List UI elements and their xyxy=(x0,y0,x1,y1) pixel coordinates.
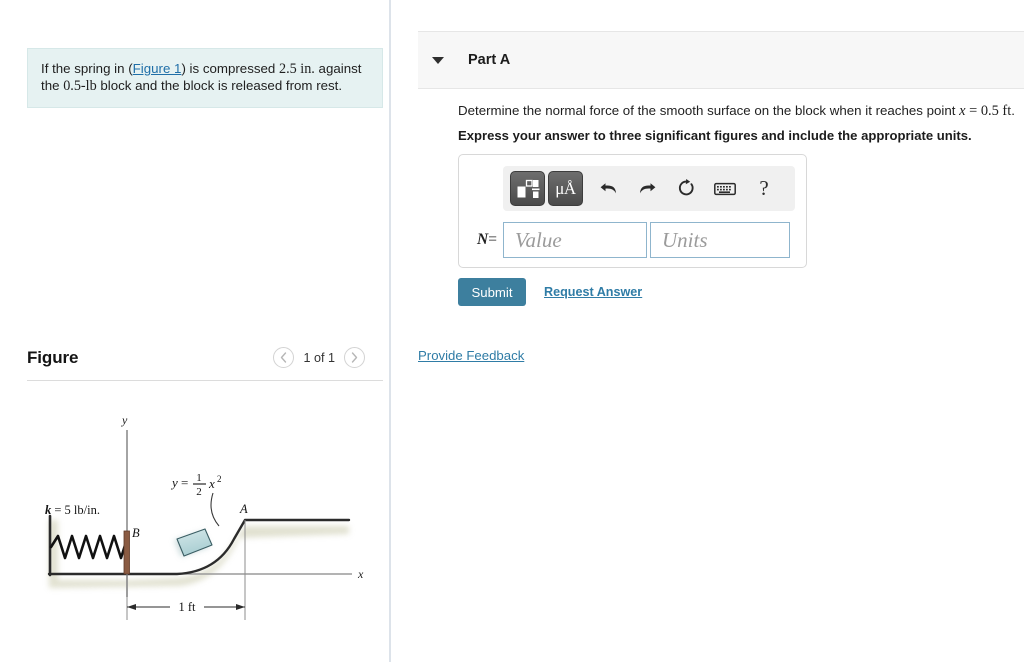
math-toolbar: μÅ ? xyxy=(503,166,795,211)
answer-equals-symbol: = xyxy=(488,231,497,248)
answer-entry-widget: μÅ ? N= Value Units xyxy=(458,154,807,268)
answer-variable-label: N= xyxy=(459,231,503,249)
svg-text:1: 1 xyxy=(196,472,202,484)
part-a-header[interactable]: Part A xyxy=(418,31,1024,89)
problem-text-after: ) is compressed xyxy=(181,61,279,76)
submit-button[interactable]: Submit xyxy=(458,278,526,306)
figure-y-axis-label: y xyxy=(121,413,128,427)
problem-text-end: block and the block is released from res… xyxy=(96,77,343,93)
answer-instruction: Express your answer to three significant… xyxy=(458,128,972,143)
svg-text:2: 2 xyxy=(217,474,222,484)
chevron-right-icon[interactable] xyxy=(344,347,365,368)
figure-header: Figure 1 of 1 xyxy=(27,344,383,380)
caret-down-icon[interactable] xyxy=(432,56,444,64)
question-suffix: . xyxy=(1011,103,1015,118)
provide-feedback-link[interactable]: Provide Feedback xyxy=(418,348,524,363)
question-value: 0.5 ft xyxy=(980,103,1012,119)
figure-divider xyxy=(27,380,383,381)
figure-pagination: 1 of 1 xyxy=(273,347,365,368)
left-panel: If the spring in (Figure 1) is compresse… xyxy=(0,0,391,662)
figure-block xyxy=(176,528,213,557)
right-panel xyxy=(391,0,1024,662)
answer-units-placeholder: Units xyxy=(662,227,708,252)
units-button-label: μÅ xyxy=(555,179,576,198)
request-answer-link[interactable]: Request Answer xyxy=(544,285,642,299)
figure-dimension-label: 1 ft xyxy=(178,600,196,614)
spring-compression-value: 2.5 in. xyxy=(278,61,315,77)
figure-spring-constant-label: k = 5 lb/in. xyxy=(45,503,100,517)
figure-image[interactable]: y x k = 5 lb/in. B y = 1 2 x 2 A 1 ft xyxy=(27,392,383,642)
help-label: ? xyxy=(759,176,769,200)
block-weight-value: 0.5-lb xyxy=(63,77,97,94)
reset-circular-arrow-icon[interactable] xyxy=(672,173,700,205)
part-a-title: Part A xyxy=(468,52,511,68)
keyboard-icon[interactable] xyxy=(711,173,739,205)
figure-curve-equation: y = 1 2 x 2 xyxy=(170,472,222,498)
figure-x-axis-label: x xyxy=(357,567,364,581)
question-text: Determine the normal force of the smooth… xyxy=(458,103,1015,120)
problem-page: If the spring in (Figure 1) is compresse… xyxy=(0,0,1024,662)
figure-point-b-label: B xyxy=(132,526,140,540)
problem-statement-box: If the spring in (Figure 1) is compresse… xyxy=(27,48,383,108)
help-question-icon[interactable]: ? xyxy=(750,173,778,205)
problem-statement-text: If the spring in (Figure 1) is compresse… xyxy=(41,61,369,94)
svg-text:2: 2 xyxy=(196,486,202,498)
figure-panel-title: Figure xyxy=(27,348,79,367)
answer-value-placeholder: Value xyxy=(515,227,562,252)
figure-counter: 1 of 1 xyxy=(303,350,335,365)
undo-arrow-icon[interactable] xyxy=(594,173,622,205)
chevron-left-icon[interactable] xyxy=(273,347,295,368)
problem-text-before: If the spring in ( xyxy=(41,61,133,76)
svg-text:y =: y = xyxy=(170,475,188,490)
answer-input-row: N= Value Units xyxy=(459,219,808,261)
question-prefix: Determine the normal force of the smooth… xyxy=(458,103,960,118)
svg-text:x: x xyxy=(208,476,215,491)
math-template-icon[interactable] xyxy=(510,171,545,206)
figure-point-a-label: A xyxy=(239,502,248,516)
micro-angstrom-units-icon[interactable]: μÅ xyxy=(548,171,583,206)
answer-value-input[interactable]: Value xyxy=(503,222,647,258)
answer-units-input[interactable]: Units xyxy=(650,222,790,258)
answer-variable-symbol: N xyxy=(477,231,489,248)
redo-arrow-icon[interactable] xyxy=(633,173,661,205)
figure-1-link[interactable]: Figure 1 xyxy=(133,61,182,76)
question-equals: = xyxy=(965,103,981,119)
